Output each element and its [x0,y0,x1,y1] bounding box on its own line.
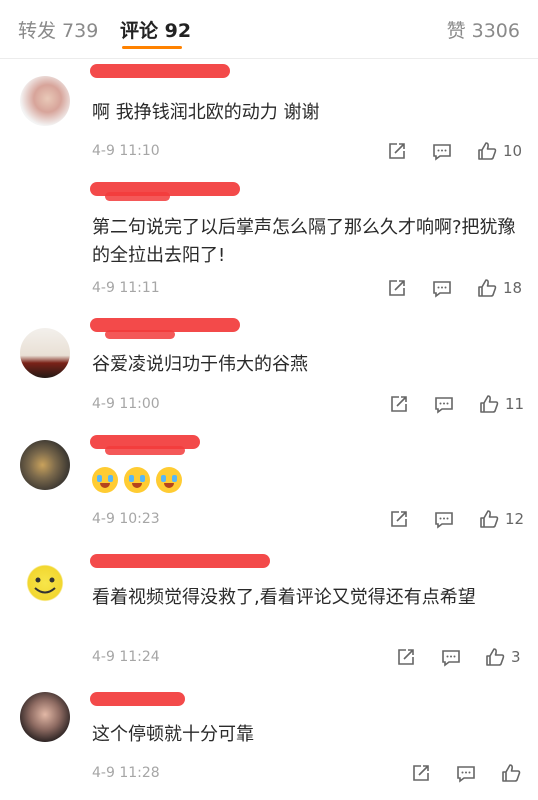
smiley-icon [34,577,56,594]
share-icon[interactable] [410,762,432,784]
crying-laughing-emoji [156,467,182,493]
comment-item: 4-9 10:23 12 [0,426,538,546]
like-count: 18 [503,279,523,297]
comment-time: 4-9 11:00 [92,396,160,412]
tab-bar: 转发 739 评论 92 赞 3306 [0,0,538,59]
avatar[interactable] [20,692,70,742]
thumbs-up-icon[interactable] [500,762,522,784]
comment-time: 4-9 10:23 [92,511,160,527]
crying-laughing-emoji [92,467,118,493]
comment-item: 这个停顿就十分可靠 4-9 11:28 [0,680,538,800]
avatar[interactable] [20,328,70,378]
comment-icon[interactable] [455,762,477,784]
avatar[interactable] [20,193,70,243]
comment-icon[interactable] [433,508,455,530]
comment-icon[interactable] [431,277,453,299]
username-redacted [105,192,170,201]
comment-item: 谷爱凌说归功于伟大的谷燕 4-9 11:00 11 [0,308,538,426]
like-count: 12 [505,510,525,528]
avatar[interactable] [20,440,70,490]
username-redacted [105,446,185,455]
comment-text: 第二句说完了以后掌声怎么隔了那么久才响啊?把犹豫的全拉出去阳了! [92,217,516,266]
comment-item: 看着视频觉得没救了,看着评论又觉得还有点希望 4-9 11:24 3 [0,546,538,680]
comment-item: 啊 我挣钱润北欧的动力 谢谢 4-9 11:10 10 [0,58,538,178]
crying-laughing-emoji [124,467,150,493]
share-icon[interactable] [395,646,417,668]
username-redacted [90,692,185,706]
share-icon[interactable] [386,140,408,162]
avatar[interactable] [20,558,70,608]
comment-text: 这个停顿就十分可靠 [92,724,254,745]
thumbs-up-icon[interactable] [476,140,498,162]
username-redacted [90,64,230,78]
comment-text: 啊 我挣钱润北欧的动力 谢谢 [92,102,320,123]
share-icon[interactable] [388,508,410,530]
username-redacted [105,330,175,339]
comment-time: 4-9 11:10 [92,143,160,159]
comment-text: 谷爱凌说归功于伟大的谷燕 [92,354,308,375]
comment-icon[interactable] [431,140,453,162]
active-tab-indicator [122,46,182,49]
tab-repost[interactable]: 转发 739 [18,16,98,43]
thumbs-up-icon[interactable] [478,508,500,530]
username-redacted [90,554,270,568]
comment-time: 4-9 11:11 [92,280,160,296]
comment-text [92,466,516,494]
share-icon[interactable] [388,393,410,415]
comment-time: 4-9 11:28 [92,765,160,781]
tab-likes[interactable]: 赞 3306 [447,16,520,43]
comment-time: 4-9 11:24 [92,649,160,665]
thumbs-up-icon[interactable] [478,393,500,415]
comment-icon[interactable] [433,393,455,415]
thumbs-up-icon[interactable] [476,277,498,299]
avatar[interactable] [20,76,70,126]
like-count: 10 [503,142,523,160]
like-count: 11 [505,395,525,413]
tab-comments[interactable]: 评论 92 [120,16,191,43]
like-count: 3 [511,648,521,666]
comment-icon[interactable] [440,646,462,668]
comment-item: 第二句说完了以后掌声怎么隔了那么久才响啊?把犹豫的全拉出去阳了! 4-9 11:… [0,178,538,308]
share-icon[interactable] [386,277,408,299]
comment-text: 看着视频觉得没救了,看着评论又觉得还有点希望 [92,587,476,608]
thumbs-up-icon[interactable] [484,646,506,668]
